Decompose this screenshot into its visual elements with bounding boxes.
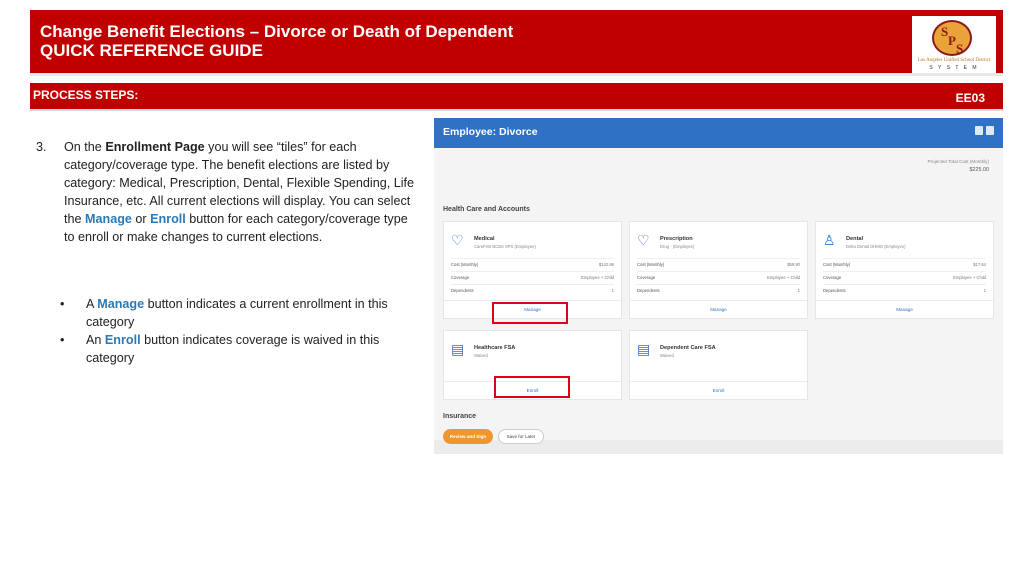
enroll-term: Enroll: [150, 212, 186, 226]
list-item: • An Enroll button indicates coverage is …: [60, 333, 380, 365]
health-care-section-title: Health Care and Accounts: [443, 206, 530, 213]
tile-prescription: ♡ Prescription Drug - (Employee) Cost (M…: [629, 221, 808, 319]
process-steps-label: PROCESS STEPS:: [33, 88, 139, 102]
enroll-highlight-box: [494, 376, 570, 398]
card-icon: ▤: [451, 341, 465, 357]
list-item: • A Manage button indicates a current enr…: [60, 297, 388, 329]
enroll-button[interactable]: Enroll: [630, 381, 807, 399]
manage-term: Manage: [85, 212, 132, 226]
projected-cost: Projected Total Cost (Monthly) $225.00: [927, 159, 989, 173]
sps-logo: S P S Los Angeles Unified School Distric…: [912, 16, 996, 73]
insurance-section-title: Insurance: [443, 413, 477, 420]
enrollment-page-term: Enrollment Page: [105, 140, 205, 154]
bullet-list: • A Manage button indicates a current enr…: [60, 295, 410, 367]
tile-dental: ♙ Dental Delta Dental DHMO (Employee) Co…: [815, 221, 994, 319]
manage-button[interactable]: Manage: [816, 300, 993, 318]
step-number: 3.: [36, 140, 47, 154]
heart-shield-icon: ♡: [637, 232, 650, 248]
review-and-sign-button[interactable]: Review and Sign: [443, 429, 493, 444]
print-icon[interactable]: [986, 126, 994, 135]
enrollment-page-screenshot: Employee: Divorce Projected Total Cost (…: [434, 118, 1003, 454]
document-code: EE03: [955, 91, 985, 105]
header-banner: Change Benefit Elections – Divorce or De…: [30, 10, 1003, 76]
process-steps-bar: PROCESS STEPS: EE03: [30, 83, 1003, 111]
manage-highlight-box: [492, 302, 568, 324]
logo-system-text: S Y S T E M: [929, 65, 979, 71]
manage-button[interactable]: Manage: [630, 300, 807, 318]
excel-icon[interactable]: [975, 126, 983, 135]
logo-emblem-icon: S P S: [932, 20, 972, 56]
step-text: On the Enrollment Page you will see “til…: [64, 140, 415, 244]
card-icon: ▤: [637, 341, 651, 357]
save-for-later-button[interactable]: Save for Later: [498, 429, 544, 444]
tile-dependent-care-fsa: ▤ Dependent Care FSA Waived Enroll: [629, 330, 808, 400]
page-subtitle: QUICK REFERENCE GUIDE: [40, 41, 263, 60]
page-title: Change Benefit Elections – Divorce or De…: [40, 22, 514, 41]
logo-text: Los Angeles Unified School District: [917, 58, 991, 63]
screenshot-header: Employee: Divorce: [434, 118, 1003, 148]
screenshot-title: Employee: Divorce: [443, 126, 538, 138]
slide: Change Benefit Elections – Divorce or De…: [0, 0, 1024, 576]
tooth-icon: ♙: [823, 232, 836, 248]
heart-shield-icon: ♡: [451, 232, 464, 248]
